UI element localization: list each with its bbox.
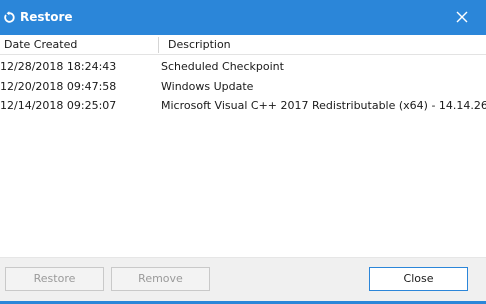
column-header-description[interactable]: Description — [168, 38, 231, 52]
row-description: Windows Update — [161, 80, 254, 93]
table-row[interactable]: 12/20/2018 09:47:58 Windows Update — [0, 77, 486, 96]
row-date: 12/14/2018 09:25:07 — [0, 99, 117, 112]
restore-icon — [4, 11, 15, 23]
row-date: 12/28/2018 18:24:43 — [0, 60, 117, 73]
row-description: Microsoft Visual C++ 2017 Redistributabl… — [161, 99, 486, 112]
table-row[interactable]: 12/14/2018 09:25:07 Microsoft Visual C++… — [0, 96, 486, 115]
row-date: 12/20/2018 09:47:58 — [0, 80, 117, 93]
close-icon[interactable] — [452, 9, 472, 27]
remove-button[interactable]: Remove — [111, 267, 210, 291]
restore-dialog: Restore Date Created Description 12/28/2… — [0, 0, 486, 304]
table-header: Date Created Description — [0, 35, 486, 55]
column-divider[interactable] — [158, 37, 159, 53]
column-header-date[interactable]: Date Created — [4, 38, 77, 52]
dialog-title: Restore — [20, 10, 73, 24]
dialog-footer: Restore Remove Close — [0, 257, 486, 304]
row-description: Scheduled Checkpoint — [161, 60, 284, 73]
table-row[interactable]: 12/28/2018 18:24:43 Scheduled Checkpoint — [0, 57, 486, 76]
close-button[interactable]: Close — [369, 267, 468, 291]
title-bar: Restore — [0, 0, 486, 35]
restore-button[interactable]: Restore — [5, 267, 104, 291]
